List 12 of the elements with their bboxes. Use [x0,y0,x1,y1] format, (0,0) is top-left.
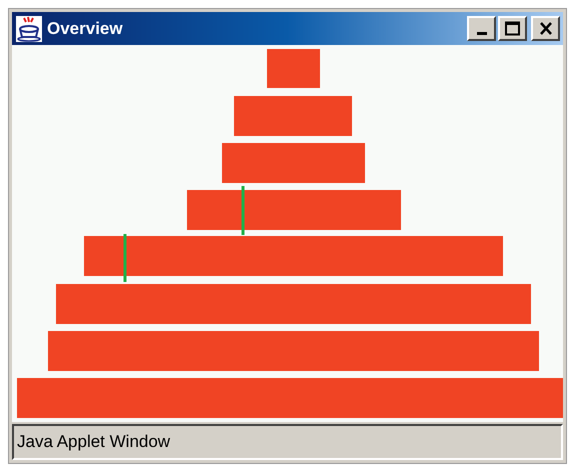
status-text: Java Applet Window [17,431,170,454]
marker-line [124,234,126,282]
coffee-cup-icon [15,14,43,42]
maximize-button[interactable] [498,16,527,41]
maximize-icon [505,21,520,36]
marker-line [242,186,244,235]
window-title: Overview [47,18,124,40]
close-button[interactable] [531,16,560,41]
bar [267,49,320,88]
minimize-button[interactable] [467,16,496,41]
close-icon [538,22,552,35]
minimize-icon [476,32,486,35]
